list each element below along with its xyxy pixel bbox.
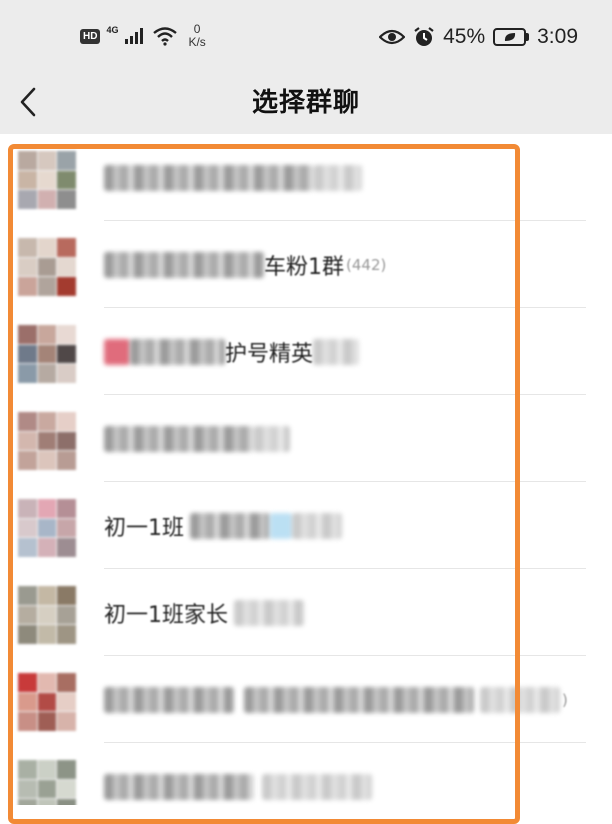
group-chat-item[interactable] [0,134,612,221]
wifi-icon [153,27,178,46]
group-avatar [18,238,76,296]
network-speed-unit: K/s [188,35,206,49]
group-name-visible: 初一1班家长 [104,603,228,628]
group-name [104,164,362,192]
group-chat-item[interactable]: 初一1班 [0,482,612,569]
group-chat-item[interactable]: 护号精英 [0,308,612,395]
group-chat-item[interactable]: 车粉1群 (442) [0,221,612,308]
group-avatar [18,673,76,731]
clock-time: 3:09 [537,25,578,48]
group-member-count: ) [562,691,568,709]
signal-icon [125,28,144,44]
hd-badge: HD [80,28,101,44]
group-name-visible: 初一1班 [104,516,184,541]
page-title: 选择群聊 [251,88,360,118]
group-avatar [18,499,76,557]
group-name: 车粉1群 (442) [104,251,387,280]
group-avatar [18,760,76,805]
status-bar-right: 45% 3:09 [379,22,578,52]
group-avatar [18,325,76,383]
group-name: ) [104,686,568,714]
battery-percent: 45% [443,25,486,48]
group-chat-item[interactable]: ) [0,656,612,743]
group-member-count: (442) [346,256,387,274]
group-chat-item[interactable] [0,743,612,805]
group-chat-list: 车粉1群 (442) 护号精英 初一1班 初一1班家长) [0,134,612,805]
group-name-visible: 护号精英 [225,342,314,367]
network-speed: 0 K/s [188,23,205,49]
group-avatar [18,151,76,209]
status-bar: HD 4G 0 K/s 45% 3:09 [0,0,612,72]
nav-header: 选择群聊 [0,72,612,134]
group-name: 初一1班家长 [104,599,304,628]
group-name: 初一1班 [104,512,342,541]
group-name [104,773,372,801]
group-chat-item[interactable] [0,395,612,482]
group-avatar [18,586,76,644]
group-name: 护号精英 [104,338,360,367]
group-chat-item[interactable]: 初一1班家长 [0,569,612,656]
group-name-visible: 车粉1群 [264,255,344,280]
group-name [104,425,290,453]
alarm-icon [414,27,434,46]
eye-icon [379,29,406,45]
status-bar-left: HD 4G 0 K/s [80,21,206,51]
group-avatar [18,412,76,470]
battery-icon [493,28,530,46]
network-type-label: 4G [106,25,119,35]
